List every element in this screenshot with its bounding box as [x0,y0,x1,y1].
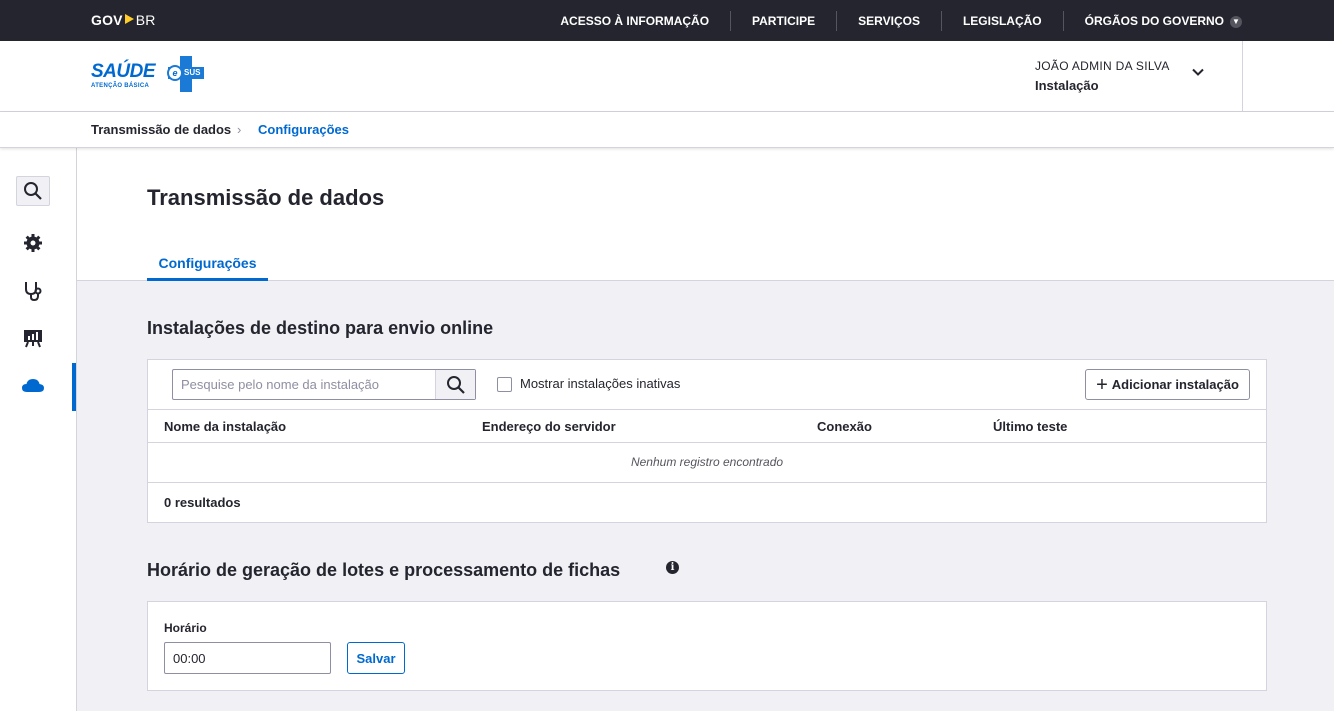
gov-nav-participe[interactable]: PARTICIPE [730,10,836,31]
schedule-section-title: Horário de geração de lotes e processame… [147,560,621,580]
gov-nav: ACESSO À INFORMAÇÃO PARTICIPE SERVIÇOS L… [539,0,1242,41]
empty-table-message: Nenhum registro encontrado [148,443,1266,483]
installation-search [172,369,476,400]
logo-e-circle: e [167,65,183,81]
user-role: Instalação [1035,78,1099,93]
breadcrumb: Transmissão de dados › Configurações [0,112,1334,148]
gov-logo-br: BR [135,12,156,28]
gov-nav-orgaos-label: ÓRGÃOS DO GOVERNO [1084,13,1224,28]
page-header: Transmissão de dados Configurações [77,148,1334,281]
table-header: Nome da instalação Endereço do servidor … [148,409,1266,443]
sidebar-settings-button[interactable] [16,228,50,258]
user-name: JOÃO ADMIN DA SILVA [1035,59,1170,73]
show-inactive-label[interactable]: Mostrar instalações inativas [520,376,680,391]
column-header-nome[interactable]: Nome da instalação [164,419,286,434]
gov-nav-legislacao[interactable]: LEGISLAÇÃO [940,10,1063,31]
gear-icon [24,234,42,252]
header-divider [1242,41,1243,111]
breadcrumb-separator-icon: › [237,122,242,137]
search-input[interactable] [173,370,435,399]
search-icon [24,182,42,200]
breadcrumb-item-transmissao[interactable]: Transmissão de dados [91,122,231,137]
search-icon [446,375,465,394]
column-header-endereco[interactable]: Endereço do servidor [482,419,616,434]
chevron-down-icon: ▼ [1230,15,1242,28]
horario-input[interactable] [164,642,331,674]
logo-saude-text: SAÚDE [91,61,156,82]
tab-configuracoes[interactable]: Configurações [147,248,268,281]
column-header-ultimo-teste[interactable]: Último teste [993,419,1067,434]
gov-logo-text: GOV [91,12,123,28]
cloud-icon [22,379,44,392]
user-menu[interactable]: JOÃO ADMIN DA SILVA Instalação [1035,59,1170,93]
gov-br-logo[interactable]: GOV BR [91,12,156,28]
sidebar-active-indicator [72,363,76,411]
destinations-card: Mostrar instalações inativas + Adicionar… [147,359,1267,523]
presentation-board-icon [24,330,42,348]
gov-nav-orgaos[interactable]: ÓRGÃOS DO GOVERNO ▼ [1062,10,1242,31]
gov-top-bar: GOV BR ACESSO À INFORMAÇÃO PARTICIPE SERV… [0,0,1334,41]
results-count: 0 resultados [164,495,241,510]
chevron-down-icon[interactable] [1191,65,1205,79]
horario-label: Horário [164,621,207,635]
sidebar [0,148,77,711]
sidebar-health-button[interactable] [16,276,50,306]
info-icon[interactable]: i [666,561,679,574]
app-header: SAÚDE ATENÇÃO BÁSICA e SUS JOÃO ADMIN DA… [0,41,1334,112]
sidebar-transmission-button[interactable] [16,371,50,401]
stethoscope-icon [25,282,42,302]
sidebar-reports-button[interactable] [16,323,50,353]
column-header-conexao[interactable]: Conexão [817,419,872,434]
search-button[interactable] [435,370,475,399]
add-installation-label: Adicionar instalação [1111,377,1239,392]
logo-sus-text: SUS [184,68,201,77]
sidebar-search-button[interactable] [16,176,50,206]
saude-esus-logo[interactable]: SAÚDE ATENÇÃO BÁSICA e SUS [91,56,205,92]
schedule-card: Horário Salvar [147,601,1267,691]
gov-nav-servicos[interactable]: SERVIÇOS [836,10,941,31]
add-installation-button[interactable]: + Adicionar instalação [1085,369,1250,400]
gov-arrow-icon [124,14,134,24]
breadcrumb-item-configuracoes[interactable]: Configurações [258,122,349,137]
page-title: Transmissão de dados [147,185,385,210]
save-button[interactable]: Salvar [347,642,405,674]
gov-nav-acesso[interactable]: ACESSO À INFORMAÇÃO [539,11,730,31]
logo-subtitle: ATENÇÃO BÁSICA [91,83,150,89]
plus-icon: + [1096,373,1108,396]
destinations-section-title: Instalações de destino para envio online [147,318,494,338]
show-inactive-checkbox[interactable] [497,377,512,392]
